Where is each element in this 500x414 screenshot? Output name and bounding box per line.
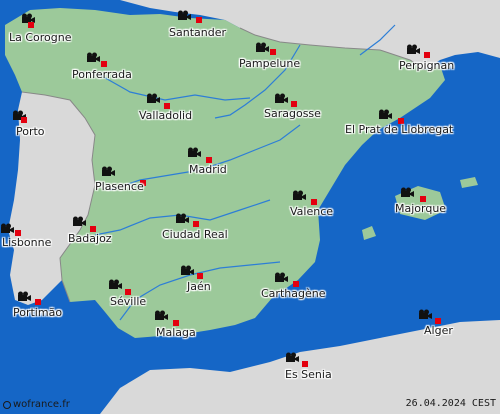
date-label: 26.04.2024 [405,398,466,409]
city-marker[interactable]: Madrid [188,147,227,176]
city-marker[interactable]: Perpignan [399,44,454,72]
city-label: Alger [424,324,453,337]
camera-icon[interactable] [292,186,307,200]
camera-icon[interactable] [17,287,32,301]
city-label: Lisbonne [2,236,52,249]
city-label: El Prat de Llobregat [345,123,454,136]
city-label: Perpignan [399,59,455,72]
city-label: Jaén [187,280,211,293]
city-label: Majorque [395,202,447,215]
city-marker[interactable]: La Corogne [9,13,72,44]
city-marker[interactable]: Séville [109,279,146,308]
camera-icon[interactable] [101,162,116,176]
city-dot [21,117,27,123]
city-label: La Corogne [9,31,72,44]
city-label: Carthagène [261,287,326,300]
city-label: Madrid [189,163,227,176]
camera-icon[interactable] [0,219,15,233]
city-marker[interactable]: Porto [13,110,45,138]
city-marker[interactable]: Alger [419,309,453,337]
camera-icon[interactable] [274,268,289,282]
camera-icon[interactable] [86,48,101,62]
camera-icon[interactable] [274,89,289,103]
city-dot [196,17,202,23]
city-dot [270,49,276,55]
city-label: Valence [290,205,334,218]
city-marker[interactable]: El Prat de Llobregat [345,109,453,136]
camera-icon[interactable] [175,209,190,223]
camera-icon[interactable] [285,348,300,362]
camera-icon[interactable] [378,105,393,119]
city-dot [28,22,34,28]
city-marker[interactable]: Santander [169,10,226,39]
camera-icon[interactable] [400,183,415,197]
city-label: Ponferrada [72,68,132,81]
city-marker[interactable]: Saragosse [264,93,321,120]
camera-icon[interactable] [146,89,161,103]
camera-icon[interactable] [418,305,433,319]
camera-icon[interactable] [406,40,421,54]
city-label: Portimão [13,306,63,319]
city-label: Santander [169,26,226,39]
city-marker[interactable]: Valence [290,190,333,218]
city-marker[interactable]: Jaén [181,265,211,293]
date-footer: 26.04.2024 CEST [406,398,496,410]
city-dot [35,299,41,305]
city-label: Badajoz [68,232,112,245]
city-marker[interactable]: Badajoz [68,216,112,245]
logo-icon [3,401,11,409]
city-label: Séville [110,295,147,308]
camera-icon[interactable] [108,275,123,289]
city-label: Saragosse [264,107,321,120]
city-dot [302,361,308,367]
city-dot [424,52,430,58]
city-marker[interactable]: Plasence [95,166,146,193]
camera-icon[interactable] [72,212,87,226]
brand-footer[interactable]: wofrance.fr [3,399,70,411]
camera-icon[interactable] [180,261,195,275]
ibiza-island [362,226,376,240]
camera-icon[interactable] [177,6,192,20]
camera-icon[interactable] [12,106,27,120]
city-label: Ciudad Real [162,228,228,241]
city-marker[interactable]: Ciudad Real [162,213,228,241]
city-dot [197,273,203,279]
city-marker[interactable]: Ponferrada [72,52,132,81]
camera-icon[interactable] [154,306,169,320]
city-label: Porto [16,125,45,138]
city-marker[interactable]: Pampelune [239,42,300,70]
city-label: Pampelune [239,57,301,70]
city-marker[interactable]: Malaga [155,310,196,339]
camera-icon[interactable] [255,38,270,52]
city-label: Es Senia [285,368,332,381]
menorca-island [460,177,478,188]
weather-map: La Corogne Santander Ponferrada Pampelun… [0,0,500,414]
camera-icon[interactable] [21,9,36,23]
city-dot [101,61,107,67]
city-label: Valladolid [139,109,193,122]
city-marker[interactable]: Lisbonne [1,223,51,249]
city-marker[interactable]: Carthagène [261,272,325,300]
city-label: Malaga [156,326,196,339]
brand-label: wofrance.fr [13,399,70,410]
timezone-label: CEST [471,398,496,409]
city-marker[interactable]: Portimão [13,291,62,319]
camera-icon[interactable] [187,143,202,157]
city-dot [193,221,199,227]
city-marker[interactable]: Valladolid [139,93,192,122]
city-marker[interactable]: Es Senia [285,352,332,381]
city-label: Plasence [95,180,144,193]
city-marker[interactable]: Majorque [395,187,446,215]
